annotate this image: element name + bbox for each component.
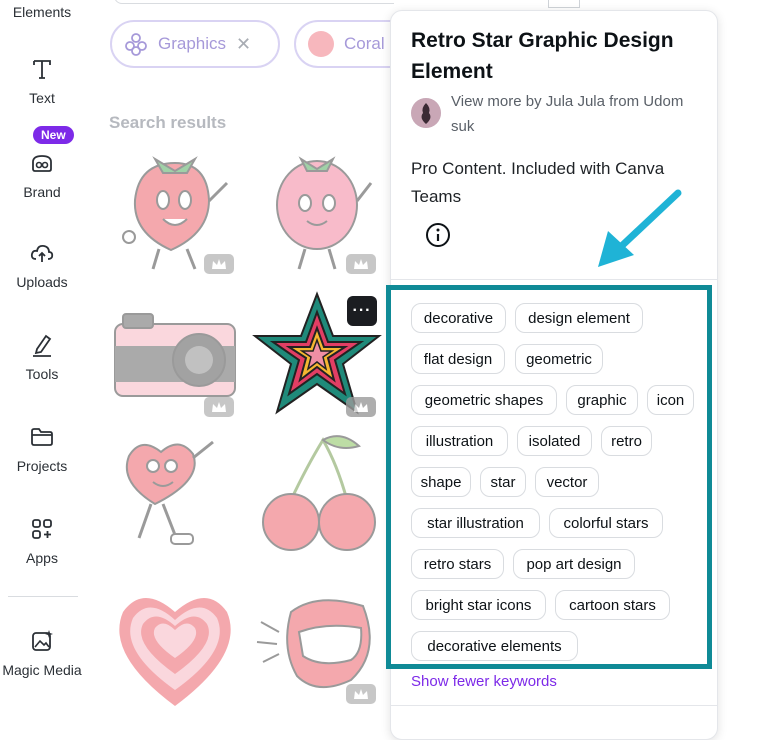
keyword-tag[interactable]: bright star icons	[411, 590, 546, 620]
color-swatch	[308, 31, 334, 57]
sidebar-item-projects[interactable]: Projects	[0, 424, 84, 474]
sidebar-item-tools[interactable]: Tools	[0, 332, 84, 382]
graphics-icon	[125, 33, 147, 56]
results-area: Graphics ✕ Coral Search results ···	[84, 0, 394, 725]
close-icon[interactable]: ✕	[236, 34, 251, 55]
keyword-tag[interactable]: geometric	[515, 344, 603, 374]
keyword-tag[interactable]: graphic	[566, 385, 638, 415]
sidebar-item-label: Tools	[25, 366, 59, 382]
heart-character-graphic[interactable]	[109, 430, 241, 562]
folder-icon	[31, 428, 53, 446]
sidebar-item-label: Uploads	[16, 274, 68, 290]
new-badge: New	[33, 126, 74, 144]
keyword-tag[interactable]: shape	[411, 467, 471, 497]
pro-crown-icon	[346, 254, 376, 274]
sidebar-item-label: Elements	[12, 4, 72, 20]
keyword-tag[interactable]: vector	[535, 467, 599, 497]
sidebar-item-apps[interactable]: Apps	[0, 516, 84, 566]
keyword-tag[interactable]: retro stars	[411, 549, 504, 579]
sidebar-item-brand[interactable]: Brand	[0, 150, 84, 200]
keyword-tag[interactable]: star illustration	[411, 508, 540, 538]
keyword-tag[interactable]: decorative elements	[411, 631, 578, 661]
brand-icon	[32, 155, 52, 172]
pro-crown-icon	[204, 397, 234, 417]
pro-crown-icon	[346, 397, 376, 417]
filter-chip-coral[interactable]: Coral	[294, 20, 394, 68]
sidebar-item-label: Magic Media	[2, 662, 82, 678]
pro-crown-icon	[346, 684, 376, 704]
sidebar-item-label: Apps	[26, 550, 58, 566]
magic-media-icon	[32, 630, 53, 651]
layered-heart-graphic[interactable]	[109, 582, 241, 714]
more-options-button[interactable]: ···	[347, 296, 377, 326]
sidebar-item-magic-media[interactable]: Magic Media	[0, 628, 84, 678]
search-input[interactable]	[114, 0, 394, 4]
author-link[interactable]: View more by Jula Jula from Udom suk	[451, 89, 701, 139]
panel-title: Retro Star Graphic Design Element	[411, 29, 674, 83]
info-icon[interactable]	[425, 222, 451, 248]
filter-chip-label: Coral	[344, 34, 385, 53]
keyword-tag[interactable]: design element	[515, 303, 643, 333]
keyword-tag[interactable]: retro	[601, 426, 652, 456]
keyword-tag[interactable]: decorative	[411, 303, 506, 333]
keyword-tag[interactable]: colorful stars	[549, 508, 663, 538]
text-icon	[33, 60, 51, 79]
element-detail-panel: Retro Star Graphic Design Element View m…	[390, 10, 718, 740]
avatar[interactable]	[411, 98, 441, 128]
sidebar-divider	[8, 596, 78, 597]
sidebar-item-label: Projects	[16, 458, 68, 474]
scrollbar-handle[interactable]	[548, 0, 580, 8]
keyword-tag[interactable]: pop art design	[513, 549, 635, 579]
apps-grid-icon	[32, 519, 52, 539]
keyword-tag[interactable]: cartoon stars	[555, 590, 670, 620]
pro-crown-icon	[204, 254, 234, 274]
pro-content-notice: Pro Content. Included with Canva Teams	[411, 159, 665, 206]
pen-tool-icon	[33, 334, 52, 357]
cherries-graphic[interactable]	[251, 430, 383, 562]
left-sidebar: Elements Text New Brand Uploads Tools Pr…	[0, 0, 84, 725]
sidebar-item-elements[interactable]: Elements	[0, 4, 84, 20]
cloud-upload-icon	[30, 244, 54, 262]
sidebar-item-label: Text	[29, 90, 55, 106]
show-fewer-keywords-link[interactable]: Show fewer keywords	[411, 673, 557, 690]
filter-chip-label: Graphics	[158, 34, 227, 53]
search-results-heading: Search results	[109, 113, 227, 132]
panel-divider	[391, 705, 717, 706]
panel-divider	[391, 279, 717, 280]
sidebar-item-text[interactable]: Text	[0, 56, 84, 106]
keyword-tag[interactable]: icon	[647, 385, 694, 415]
keyword-tag[interactable]: star	[480, 467, 526, 497]
keyword-tag[interactable]: isolated	[517, 426, 592, 456]
keyword-tag[interactable]: illustration	[411, 426, 508, 456]
sidebar-item-uploads[interactable]: Uploads	[0, 240, 84, 290]
sidebar-item-label: Brand	[23, 184, 61, 200]
filter-chip-graphics[interactable]: Graphics ✕	[110, 20, 280, 68]
keyword-tag[interactable]: geometric shapes	[411, 385, 557, 415]
keyword-tag[interactable]: flat design	[411, 344, 505, 374]
